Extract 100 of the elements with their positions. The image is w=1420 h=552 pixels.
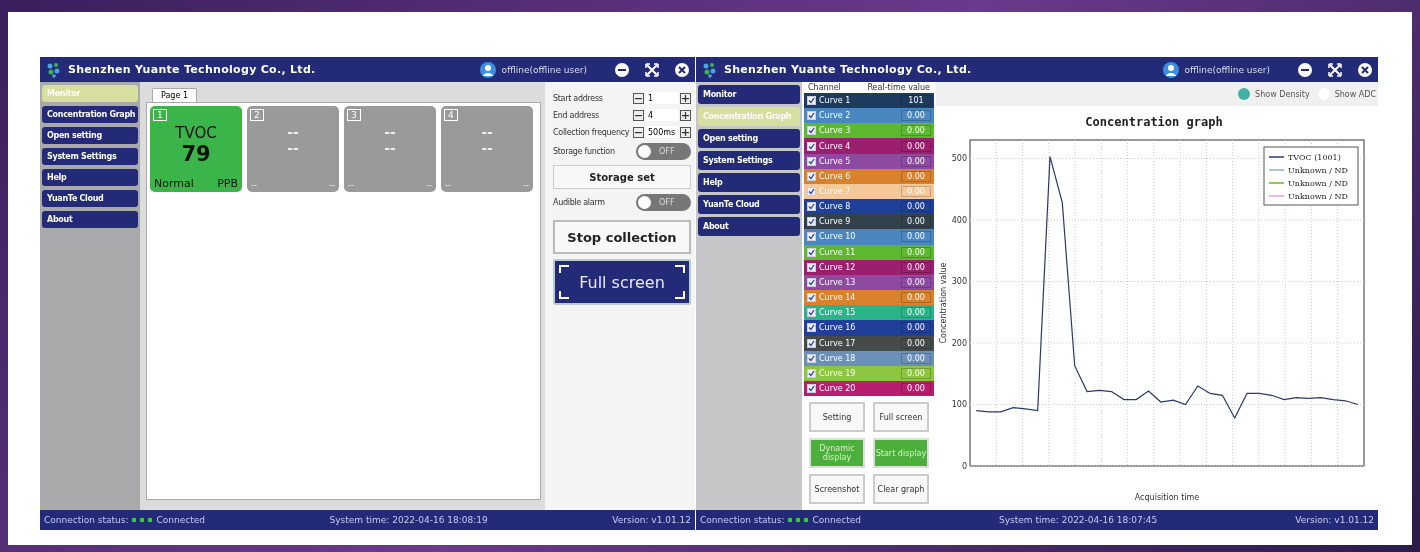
channel-name: Curve 16 (819, 323, 856, 333)
plus-icon[interactable] (680, 109, 691, 121)
channel-name: Curve 5 (819, 156, 851, 166)
channel-row[interactable]: Curve 9 0.00 (804, 214, 934, 230)
legend-label: TVOC (1001) (1288, 153, 1341, 162)
legend-line (1268, 156, 1285, 158)
chart-title: Concentration graph (1085, 115, 1223, 129)
sidebar-item[interactable]: About (698, 217, 800, 236)
minus-icon[interactable] (633, 92, 644, 104)
page-tab[interactable]: Page 1 (152, 88, 197, 102)
channel-name: Curve 18 (819, 353, 856, 363)
graph-button[interactable]: Clear graph (873, 474, 929, 505)
radio-option[interactable]: Show Density (1238, 88, 1310, 100)
channel-row[interactable]: Curve 8 0.00 (804, 199, 934, 215)
number-field[interactable]: 4 (646, 109, 678, 121)
graph-button[interactable]: Screenshot (809, 474, 865, 505)
sidebar-item[interactable]: Help (698, 173, 800, 192)
user-icon[interactable] (1162, 61, 1179, 78)
sensor-value: -- (287, 140, 299, 156)
y-tick-label: 500 (951, 154, 967, 164)
sidebar-item[interactable]: About (42, 211, 138, 228)
y-tick-label: 400 (951, 215, 967, 225)
channel-value: 0.00 (901, 276, 931, 288)
close-icon[interactable] (1358, 62, 1372, 77)
plus-icon[interactable] (680, 126, 691, 138)
sensor-number: 4 (444, 109, 458, 121)
sensor-name: TVOC (175, 124, 217, 142)
logo-icon (702, 61, 718, 78)
close-icon[interactable] (675, 62, 689, 77)
user-label: offline(offline user) (501, 64, 587, 75)
full-screen-button[interactable]: Full screen (553, 259, 691, 305)
connection-status: Connected (156, 515, 205, 525)
radio-option[interactable]: Show ADC (1317, 88, 1376, 100)
channel-value: 0.00 (901, 307, 931, 319)
sensor-number: 3 (347, 109, 361, 121)
graph-button[interactable]: Setting (809, 402, 865, 433)
maximize-icon[interactable] (645, 62, 659, 77)
minimize-icon[interactable] (1298, 62, 1312, 77)
sidebar-item[interactable]: Monitor (698, 85, 800, 104)
stop-collection-button[interactable]: Stop collection (553, 220, 691, 254)
legend-line (1268, 195, 1285, 197)
channel-row[interactable]: Curve 4 0.00 (804, 138, 934, 154)
channel-name: Curve 8 (819, 202, 851, 212)
maximize-icon[interactable] (1328, 62, 1342, 77)
channel-value: 0.00 (901, 140, 931, 152)
checkbox[interactable] (807, 187, 816, 196)
sidebar-item[interactable]: Help (42, 169, 138, 186)
status-lights-icon (132, 516, 153, 524)
checkbox[interactable] (807, 141, 816, 151)
sidebar-item[interactable]: YuanTe Cloud (698, 195, 800, 214)
channel-row[interactable]: Curve 2 0.00 (804, 108, 934, 124)
user-label: offline(offline user) (1184, 64, 1270, 75)
sidebar-item[interactable]: Concentration Graph (42, 106, 138, 123)
version-label: Version: v1.01.12 (612, 515, 691, 525)
channel-value: 0.00 (901, 110, 931, 122)
minimize-icon[interactable] (615, 62, 629, 77)
sidebar-item[interactable]: YuanTe Cloud (42, 190, 138, 207)
channel-row[interactable]: Curve 10 0.00 (804, 229, 934, 245)
minus-icon[interactable] (633, 126, 644, 138)
channel-row[interactable]: Curve 16 0.00 (804, 320, 934, 336)
graph-button[interactable]: Full screen (873, 402, 929, 433)
storage-set-button[interactable]: Storage set (553, 165, 691, 189)
channel-row[interactable]: Curve 1 101 (804, 93, 934, 109)
channel-value: 0.00 (901, 383, 931, 395)
sidebar-item[interactable]: Open setting (42, 127, 138, 144)
y-tick-label: 0 (961, 462, 967, 471)
sensor-name: -- (287, 124, 299, 140)
channel-value: 0.00 (901, 337, 931, 349)
sensor-status: -- (445, 181, 451, 190)
legend-label: Unknown / ND (1288, 192, 1348, 201)
number-field[interactable]: 1 (646, 92, 678, 104)
window-title: Shenzhen Yuante Technology Co., Ltd. (68, 63, 316, 76)
minus-icon[interactable] (633, 109, 644, 121)
legend-label: Unknown / ND (1288, 166, 1348, 175)
number-field[interactable]: 500ms (646, 126, 678, 138)
channel-name: Curve 4 (819, 141, 851, 151)
column-header: Real-time value (867, 83, 930, 92)
channel-name: Curve 6 (819, 171, 851, 181)
sensor-unit: -- (523, 181, 529, 190)
column-header: Channel (808, 83, 841, 92)
channel-value: 0.00 (901, 292, 931, 304)
sensor-status: -- (348, 181, 354, 190)
sidebar-item[interactable]: Open setting (698, 129, 800, 148)
channel-value: 0.00 (901, 367, 931, 379)
sidebar-item[interactable]: System Settings (42, 148, 138, 165)
checkbox[interactable] (807, 338, 816, 348)
sensor-number: 1 (153, 109, 167, 121)
sidebar-item[interactable]: System Settings (698, 151, 800, 170)
channel-value: 0.00 (901, 186, 931, 197)
channel-name: Curve 3 (819, 126, 851, 136)
y-axis-label: Concentration value (939, 262, 948, 344)
sensor-status: -- (251, 181, 257, 190)
window-title: Shenzhen Yuante Technology Co., Ltd. (724, 63, 972, 76)
legend-label: Unknown / ND (1288, 179, 1348, 188)
connection-label: Connection status: (44, 515, 129, 525)
user-icon[interactable] (479, 61, 496, 78)
logo-icon (46, 61, 62, 78)
sensor-name: -- (384, 124, 396, 140)
plus-icon[interactable] (680, 92, 691, 104)
channel-name: Curve 17 (819, 338, 856, 348)
